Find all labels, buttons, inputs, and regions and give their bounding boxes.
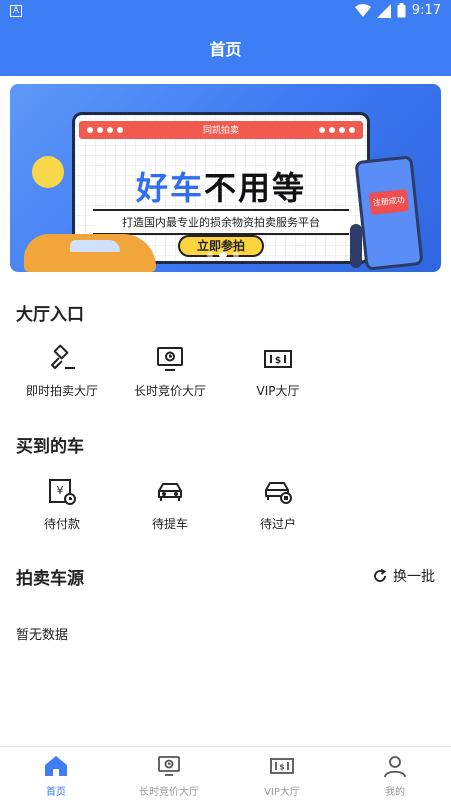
tab-long-bidding[interactable]: 长时竞价大厅: [113, 753, 225, 798]
car-pickup-icon: [158, 483, 182, 501]
board-dot: [97, 127, 103, 133]
svg-text:$: $: [275, 356, 281, 366]
hall-item-vip[interactable]: $ VIP大厅: [224, 344, 332, 414]
user-icon: [384, 756, 406, 778]
svg-text:¥: ¥: [57, 484, 64, 497]
board-dot: [349, 127, 355, 133]
hall-item-label: 即时拍卖大厅: [25, 384, 98, 398]
board-dot: [117, 127, 123, 133]
notification-a-icon: A: [10, 5, 22, 17]
tab-vip[interactable]: $ VIP大厅: [226, 753, 338, 798]
banner-subtitle: 打造国内最专业的损余物资拍卖服务平台: [93, 209, 349, 235]
vip-ticket-icon: $: [270, 758, 294, 774]
signal-icon: [376, 3, 391, 18]
headline-dark: 不用等: [204, 169, 307, 207]
refresh-batch-button[interactable]: 换一批: [373, 566, 435, 586]
empty-state-text: 暂无数据: [16, 628, 69, 643]
refresh-icon: [374, 569, 387, 582]
carousel-dot[interactable]: [207, 252, 213, 258]
person-illustration: [350, 224, 362, 268]
board-dot: [87, 127, 93, 133]
carousel-dot-active[interactable]: [219, 252, 227, 258]
tab-label: 首页: [46, 787, 66, 798]
app-header: 首页: [0, 24, 451, 76]
hall-item-label: 长时竞价大厅: [133, 384, 206, 398]
headline-blue: 好车: [135, 169, 204, 207]
bought-grid: ¥ 待付款 待提车 待过户: [0, 477, 451, 547]
hall-section-title: 大厅入口: [16, 305, 84, 325]
hall-item-instant-auction[interactable]: 即时拍卖大厅: [8, 344, 116, 414]
tab-label: 长时竞价大厅: [139, 787, 199, 798]
board-header: 同凯拍卖: [79, 121, 363, 139]
clock-time: 9:17: [411, 3, 441, 18]
bought-section-title: 买到的车: [16, 437, 84, 457]
bought-item-label: 待付款: [43, 517, 80, 531]
banner-tag: 同凯拍卖: [202, 126, 240, 136]
tab-home[interactable]: 首页: [0, 753, 112, 798]
bought-item-pending-pickup[interactable]: 待提车: [116, 477, 224, 547]
status-right: 9:17: [354, 3, 441, 18]
wifi-icon: [354, 3, 371, 17]
home-icon: [45, 756, 67, 776]
monitor-clock-icon: [158, 756, 180, 776]
battery-icon: [397, 3, 406, 18]
tab-label: VIP大厅: [264, 787, 300, 798]
hall-grid: 即时拍卖大厅 长时竞价大厅 $ VIP大厅: [0, 344, 451, 414]
car-transfer-icon: [265, 482, 292, 504]
tab-mine[interactable]: 我的: [339, 753, 451, 798]
bought-item-pending-transfer[interactable]: 待过户: [224, 477, 332, 547]
phone-illustration: 注册成功: [354, 155, 424, 271]
auction-source-title: 拍卖车源: [16, 569, 84, 589]
board-dot: [329, 127, 335, 133]
sun-decoration: [32, 156, 64, 188]
carousel-dot[interactable]: [233, 252, 239, 258]
vip-ticket-icon: $: [264, 350, 292, 368]
page-title: 首页: [209, 40, 242, 59]
banner-headline: 好车不用等: [75, 163, 367, 209]
svg-text:$: $: [279, 763, 285, 772]
hall-item-long-bidding[interactable]: 长时竞价大厅: [116, 344, 224, 414]
auction-hammer-icon: [51, 344, 75, 369]
phone-badge: 注册成功: [368, 189, 409, 215]
car-window: [70, 240, 120, 252]
bought-item-pending-payment[interactable]: ¥ 待付款: [8, 477, 116, 547]
bought-item-label: 待过户: [259, 517, 296, 531]
board-dot: [319, 127, 325, 133]
refresh-label: 换一批: [393, 569, 435, 585]
bottom-tab-bar: 首页 长时竞价大厅 $ VIP大厅 我的: [0, 746, 451, 800]
carousel-indicator: [207, 252, 239, 258]
bought-item-label: 待提车: [151, 517, 188, 531]
tab-label: 我的: [385, 787, 405, 798]
hall-item-label: VIP大厅: [256, 384, 300, 398]
monitor-clock-icon: [157, 347, 183, 371]
promo-banner[interactable]: 同凯拍卖 好车不用等 打造国内最专业的损余物资拍卖服务平台 立即参拍 注册成功: [10, 84, 441, 272]
payment-pending-icon: ¥: [49, 479, 76, 505]
board-dot: [107, 127, 113, 133]
board-dot: [339, 127, 345, 133]
status-bar: A 9:17: [0, 0, 451, 24]
car-illustration: [24, 234, 156, 272]
